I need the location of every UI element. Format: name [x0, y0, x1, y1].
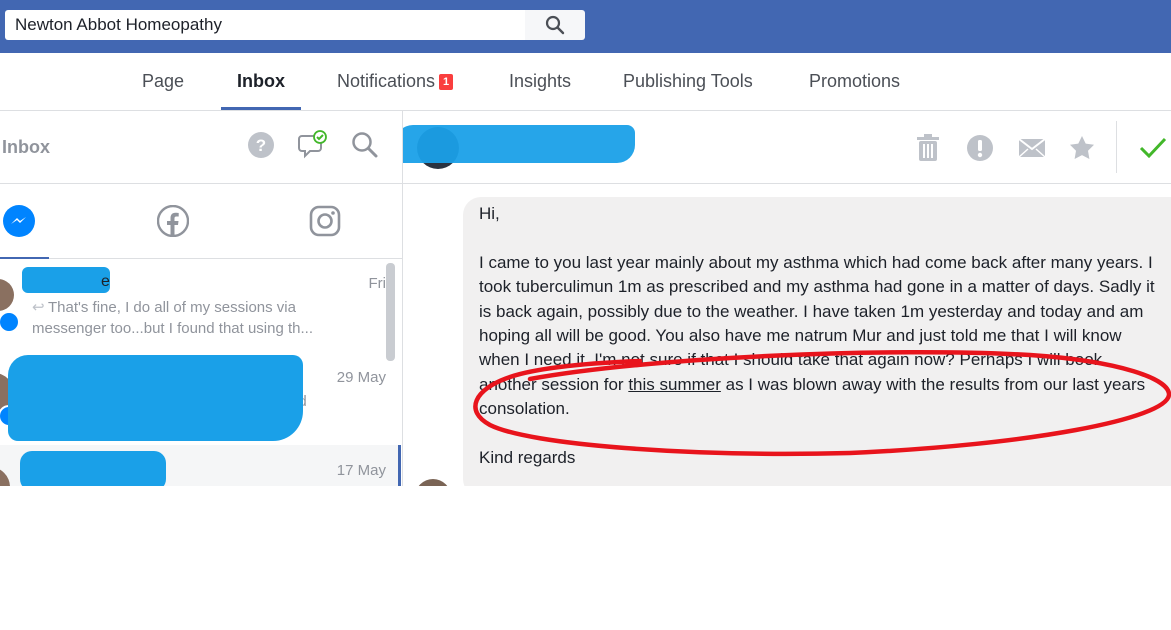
page-nav: Page Inbox Notifications 1 Insights Publi… — [0, 53, 1171, 111]
inbox-title: Inbox — [2, 137, 50, 157]
chat-check-icon — [298, 130, 327, 159]
redacted-name — [22, 267, 110, 293]
redacted-thread-content — [8, 355, 303, 441]
reply-icon: ↩ — [32, 299, 45, 316]
message-underlined-phrase: this summer — [628, 374, 721, 394]
mark-done-button[interactable] — [1136, 131, 1170, 165]
svg-text:?: ? — [256, 136, 266, 155]
search-icon — [352, 132, 378, 158]
mark-done-filter-button[interactable] — [297, 129, 329, 161]
star-icon — [1070, 136, 1094, 159]
thread-item[interactable]: e Fri ↩ That's fine, I do all of my sessi… — [0, 259, 398, 351]
contact-avatar-small — [415, 479, 451, 486]
search-button[interactable] — [525, 10, 585, 40]
message-signoff: Kind regards — [479, 448, 576, 468]
thread-preview: ↩ That's fine, I do all of my sessions vi… — [32, 297, 342, 339]
alert-icon — [967, 135, 993, 161]
thread-preview-text: That's fine, I do all of my sessions via… — [32, 299, 314, 337]
thread-date: 29 May — [336, 369, 386, 386]
checkmark-icon — [1139, 137, 1167, 159]
thread-list-scrollbar[interactable] — [386, 263, 395, 361]
tab-label: Insights — [509, 71, 572, 91]
messenger-icon — [3, 205, 35, 237]
inbox-search-button[interactable] — [349, 129, 381, 161]
tab-inbox[interactable]: Inbox — [221, 53, 301, 110]
tab-label: Notifications — [337, 71, 436, 91]
thread-date: 17 May — [336, 462, 386, 479]
avatar — [0, 279, 14, 311]
star-button[interactable] — [1065, 131, 1099, 165]
conversation-header — [403, 111, 1171, 184]
mark-unread-button[interactable] — [1015, 131, 1049, 165]
tab-messenger[interactable] — [0, 184, 86, 259]
help-button[interactable]: ? — [245, 129, 277, 161]
tab-label: Promotions — [809, 71, 901, 91]
tab-label: Page — [142, 71, 185, 91]
message-greeting: Hi, — [479, 204, 500, 223]
tab-instagram[interactable] — [258, 184, 392, 258]
header-divider — [1116, 121, 1117, 173]
search-icon — [545, 15, 565, 35]
blank-area — [403, 486, 1171, 630]
envelope-icon — [1018, 138, 1046, 158]
thread-item-selected[interactable]: 17 May — [0, 445, 401, 486]
thread-name-suffix: e — [101, 273, 110, 290]
message-body-part: I came to you last year mainly about my … — [479, 252, 1155, 394]
tab-publishing-tools[interactable]: Publishing Tools — [623, 53, 753, 110]
redacted-name — [20, 451, 166, 486]
tab-label: Publishing Tools — [623, 71, 753, 91]
message-text: Hi, I came to you last year mainly about… — [479, 202, 1159, 470]
facebook-icon — [157, 205, 189, 237]
platform-filter-tabs — [0, 184, 402, 259]
mark-spam-button[interactable] — [963, 131, 997, 165]
trash-icon — [917, 134, 939, 161]
top-bar — [0, 0, 1171, 53]
tab-notifications[interactable]: Notifications 1 — [337, 53, 454, 110]
thread-item[interactable]: nd 29 May — [0, 351, 398, 443]
messenger-badge-icon — [0, 311, 20, 333]
delete-button[interactable] — [911, 131, 945, 165]
avatar — [0, 467, 10, 486]
search-box[interactable] — [5, 10, 525, 40]
tab-label: Inbox — [237, 71, 285, 91]
tab-page[interactable]: Page — [142, 53, 184, 110]
redacted-contact-name — [403, 125, 635, 163]
notification-badge: 1 — [439, 74, 454, 91]
blank-area — [0, 486, 403, 630]
search-input[interactable] — [5, 10, 515, 40]
question-icon: ? — [248, 132, 274, 158]
inbox-panel: Inbox ? e Fri ↩ That's fine, I do all of … — [0, 111, 403, 486]
tab-facebook[interactable] — [106, 184, 240, 258]
tab-promotions[interactable]: Promotions — [809, 53, 900, 110]
message-paragraph: I came to you last year mainly about my … — [479, 251, 1159, 422]
thread-date: Fri — [368, 275, 387, 292]
instagram-icon — [309, 205, 341, 237]
tab-insights[interactable]: Insights — [509, 53, 571, 110]
inbox-header: Inbox ? — [0, 111, 402, 184]
